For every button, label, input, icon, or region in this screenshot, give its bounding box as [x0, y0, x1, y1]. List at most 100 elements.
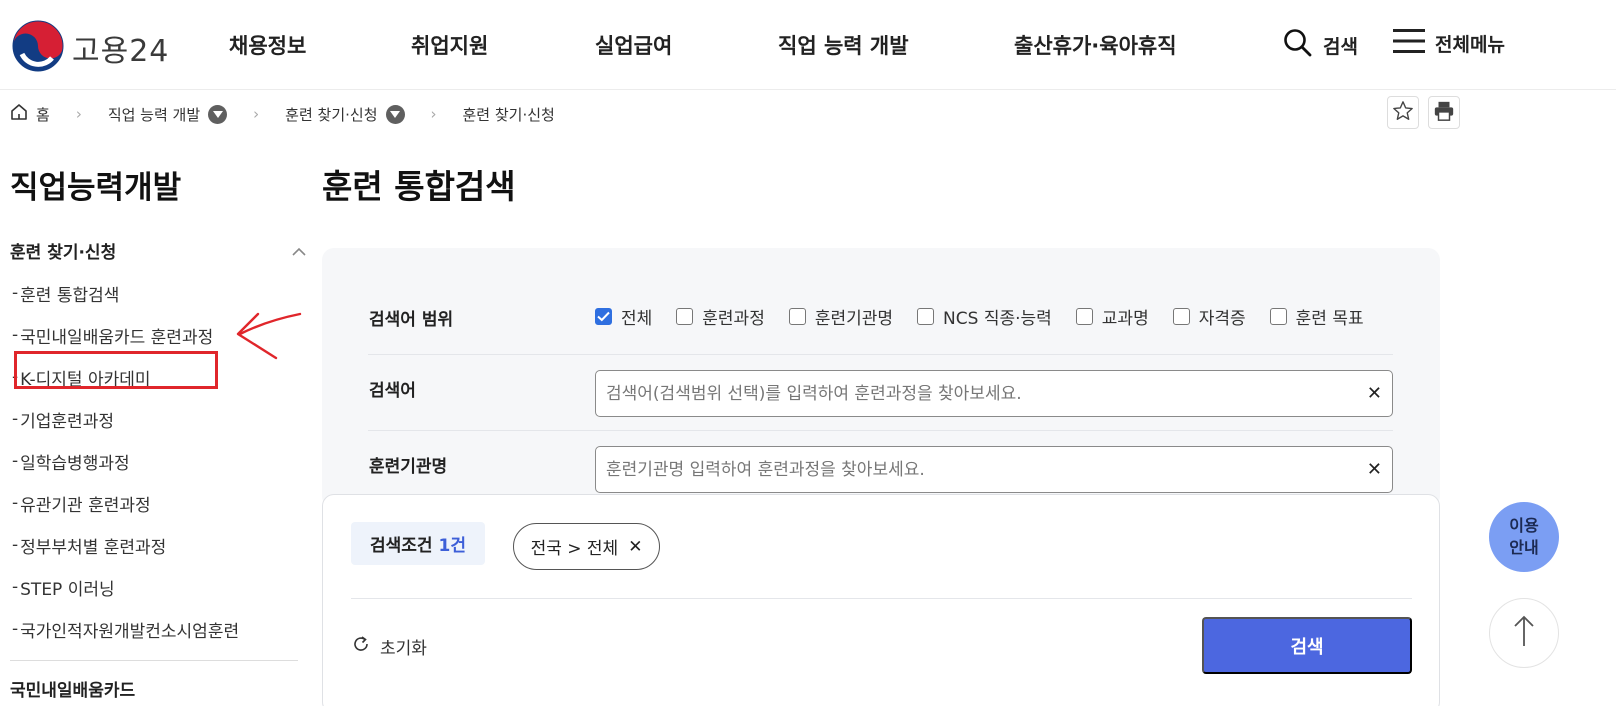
site-header: 고용24 채용정보 취업지원 실업급여 직업 능력 개발 출산휴가·육아휴직 검… [0, 0, 1616, 90]
chevron-up-icon [292, 241, 306, 261]
sidebar-item-label: 국가인적자원개발컨소시엄훈련 [20, 621, 240, 642]
search-condition-panel [322, 494, 1440, 706]
sidebar-group-toggle[interactable]: 훈련 찾기·신청 [10, 238, 306, 263]
sidebar-title: 직업능력개발 [10, 170, 182, 206]
breadcrumb-level2[interactable]: 훈련 찾기·신청 [285, 104, 405, 125]
scope-option-certificate[interactable]: 자격증 [1172, 304, 1246, 329]
close-icon[interactable]: ✕ [628, 537, 642, 557]
usage-guide-line1: 이용 [1509, 516, 1539, 535]
scope-option-label: 훈련과정 [702, 308, 765, 329]
page-title: 훈련 통합검색 [322, 167, 516, 206]
scope-option-label: NCS 직종·능력 [943, 308, 1052, 329]
header-search-button[interactable]: 검색 [1283, 28, 1358, 63]
sidebar-item-integrated-search[interactable]: - 훈련 통합검색 [12, 272, 239, 314]
checkbox-icon[interactable] [1172, 307, 1190, 325]
breadcrumb-level1-label: 직업 능력 개발 [107, 105, 201, 124]
sidebar-item-corporate-training[interactable]: - 기업훈련과정 [12, 398, 239, 440]
scope-option-all[interactable]: 전체 [595, 304, 652, 329]
nav-vocational-training[interactable]: 직업 능력 개발 [778, 30, 909, 60]
filter-tag[interactable]: 전국 > 전체 ✕ [513, 523, 660, 570]
close-icon[interactable]: ✕ [1367, 459, 1382, 480]
nav-employment-support[interactable]: 취업지원 [411, 30, 488, 60]
dropdown-icon[interactable] [208, 104, 228, 124]
scope-option-label: 교과명 [1101, 308, 1149, 329]
scope-option-label: 훈련기관명 [814, 308, 894, 329]
breadcrumb-level2-label: 훈련 찾기·신청 [285, 105, 378, 124]
home-icon [10, 103, 28, 125]
reset-label: 초기화 [380, 639, 427, 659]
annotation-arrow-icon [236, 312, 302, 360]
sidebar-divider [10, 660, 298, 661]
institution-input[interactable] [606, 459, 1346, 480]
logo-text: 고용24 [72, 34, 170, 69]
sidebar-item-national-card[interactable]: - 국민내일배움카드 훈련과정 [12, 314, 239, 356]
sidebar-item-label: 유관기관 훈련과정 [20, 495, 151, 516]
all-menu-label: 전체메뉴 [1435, 34, 1505, 56]
checkbox-checked-icon[interactable] [595, 307, 612, 325]
close-icon[interactable]: ✕ [1367, 383, 1382, 404]
sidebar-item-label: 기업훈련과정 [20, 411, 114, 432]
scope-option-subject[interactable]: 교과명 [1075, 304, 1149, 329]
annotation-highlight-box [14, 351, 218, 389]
institution-field: ✕ [595, 446, 1393, 493]
site-logo[interactable]: 고용24 [12, 20, 169, 76]
breadcrumb-home-label: 홈 [36, 105, 50, 124]
sidebar-item-ministry-training[interactable]: - 정부부처별 훈련과정 [12, 524, 239, 566]
all-menu-button[interactable]: 전체메뉴 [1393, 28, 1505, 59]
breadcrumb: 홈 › 직업 능력 개발 › 훈련 찾기·신청 › 훈련 찾기·신청 [10, 100, 555, 128]
scope-option-goal[interactable]: 훈련 목표 [1269, 304, 1364, 329]
chevron-right-icon: › [253, 105, 260, 123]
scope-option-label: 훈련 목표 [1295, 308, 1364, 329]
search-submit-button[interactable]: 검색 [1202, 617, 1412, 674]
keyword-field: ✕ [595, 370, 1393, 417]
row-divider [368, 430, 1393, 431]
sidebar-item-label: STEP 이러닝 [20, 579, 115, 600]
scope-label: 검색어 범위 [369, 310, 454, 330]
header-search-label: 검색 [1323, 36, 1358, 58]
scroll-top-button[interactable] [1489, 598, 1559, 668]
checkbox-icon[interactable] [1075, 307, 1093, 325]
sidebar-item-consortium-training[interactable]: - 국가인적자원개발컨소시엄훈련 [12, 608, 239, 650]
keyword-input[interactable] [606, 383, 1346, 404]
filter-tag-label: 전국 > 전체 [530, 539, 619, 559]
star-icon [1392, 100, 1414, 125]
checkbox-icon[interactable] [788, 307, 806, 325]
chevron-right-icon: › [430, 105, 437, 123]
sidebar-item-work-learning[interactable]: - 일학습병행과정 [12, 440, 239, 482]
breadcrumb-level1[interactable]: 직업 능력 개발 [107, 104, 228, 125]
sidebar-item-label: 정부부처별 훈련과정 [20, 537, 167, 558]
condition-divider [351, 598, 1412, 599]
scope-option-course[interactable]: 훈련과정 [676, 304, 765, 329]
nav-parental-leave[interactable]: 출산휴가·육아휴직 [1014, 30, 1177, 60]
sidebar-item-label: 일학습병행과정 [20, 453, 130, 474]
hamburger-icon [1393, 28, 1425, 59]
institution-label: 훈련기관명 [369, 457, 448, 477]
favorite-button[interactable] [1387, 96, 1419, 129]
breadcrumb-current: 훈련 찾기·신청 [462, 105, 555, 124]
print-button[interactable] [1428, 96, 1460, 129]
sidebar-item-related-institutions[interactable]: - 유관기관 훈련과정 [12, 482, 239, 524]
scope-option-ncs[interactable]: NCS 직종·능력 [917, 304, 1052, 329]
checkbox-icon[interactable] [676, 307, 694, 325]
scope-option-institution[interactable]: 훈련기관명 [788, 304, 894, 329]
checkbox-icon[interactable] [1269, 307, 1287, 325]
scope-options: 전체 훈련과정 훈련기관명 NCS 직종·능력 교과명 자격증 훈련 목표 [595, 303, 1388, 329]
nav-jobs[interactable]: 채용정보 [229, 30, 306, 60]
dropdown-icon[interactable] [385, 104, 405, 124]
sidebar-group-next[interactable]: 국민내일배움카드 [10, 676, 135, 701]
sidebar-item-step-elearning[interactable]: - STEP 이러닝 [12, 566, 239, 608]
row-divider [368, 354, 1393, 355]
taegeuk-icon [12, 20, 64, 76]
keyword-label: 검색어 [369, 381, 416, 401]
reset-button[interactable]: 초기화 [352, 634, 427, 659]
usage-guide-line2: 안내 [1509, 538, 1539, 557]
checkbox-icon[interactable] [917, 307, 935, 325]
usage-guide-button[interactable]: 이용 안내 [1489, 502, 1559, 572]
scope-option-label: 자격증 [1198, 308, 1246, 329]
nav-unemployment-benefit[interactable]: 실업급여 [595, 30, 672, 60]
breadcrumb-home[interactable]: 홈 [10, 103, 50, 125]
refresh-icon [352, 635, 370, 658]
print-icon [1433, 100, 1455, 125]
search-icon [1283, 28, 1313, 63]
scope-option-label: 전체 [621, 308, 653, 329]
